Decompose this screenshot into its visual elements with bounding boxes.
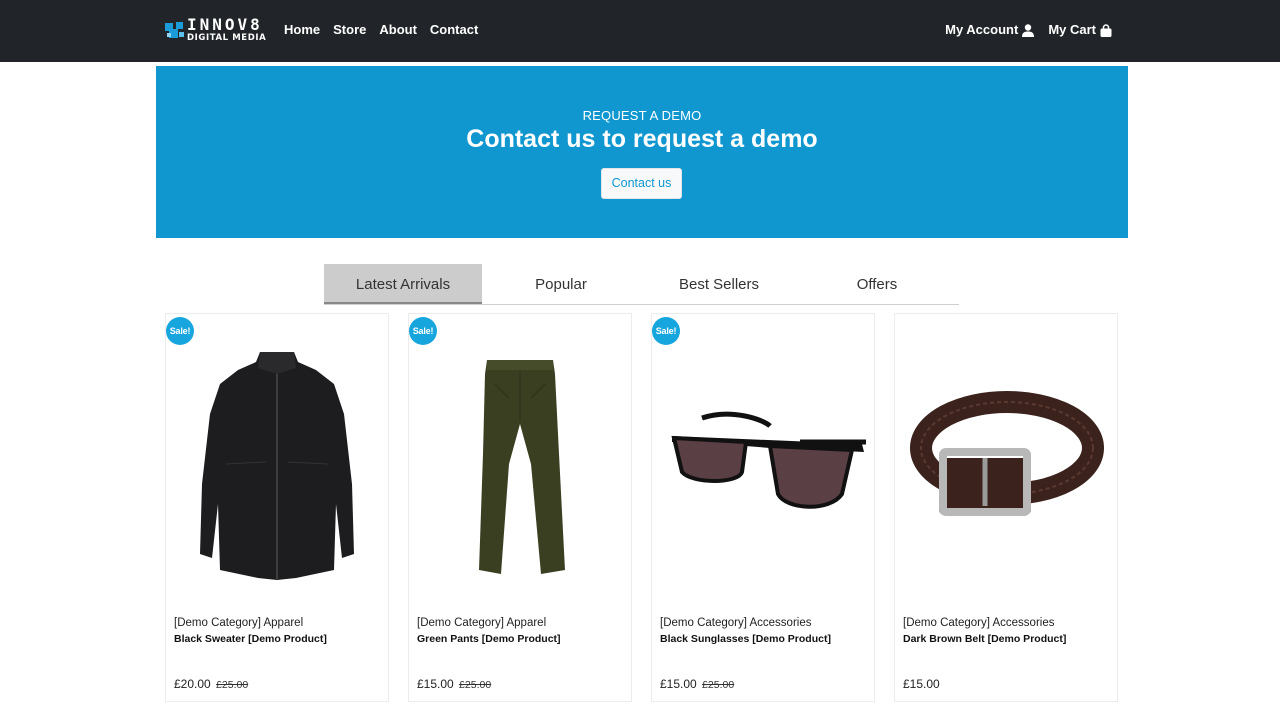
sale-badge: Sale!: [652, 317, 680, 345]
shopping-bag-icon: [1100, 23, 1112, 37]
hero-kicker: REQUEST A DEMO: [582, 108, 702, 123]
green-pants-image[interactable]: [409, 334, 631, 604]
old-price: £25.00: [702, 679, 735, 691]
current-price: £15.00: [903, 677, 940, 691]
product-category[interactable]: [Demo Category] Apparel: [174, 617, 303, 629]
product-price: £15.00 £25.00: [417, 677, 491, 691]
product-name[interactable]: Dark Brown Belt [Demo Product]: [903, 633, 1066, 645]
product-price: £15.00: [903, 677, 940, 691]
product-category[interactable]: [Demo Category] Apparel: [417, 617, 546, 629]
my-account-label: My Account: [945, 22, 1019, 37]
my-cart-link[interactable]: My Cart: [1048, 21, 1112, 39]
black-sunglasses-image[interactable]: [652, 334, 874, 604]
current-price: £15.00: [417, 677, 454, 691]
product-card[interactable]: Sale! [Demo Category] Apparel Black Swea…: [165, 313, 389, 702]
brand-mark-icon: [165, 22, 184, 38]
nav-home[interactable]: Home: [284, 21, 320, 39]
main-nav: Home Store About Contact: [284, 21, 491, 39]
brand-logo[interactable]: INNOV8 DIGITAL MEDIA: [165, 15, 267, 43]
product-price: £15.00 £25.00: [660, 677, 734, 691]
product-price: £20.00 £25.00: [174, 677, 248, 691]
current-price: £20.00: [174, 677, 211, 691]
product-name[interactable]: Black Sunglasses [Demo Product]: [660, 633, 831, 645]
old-price: £25.00: [216, 679, 249, 691]
sale-badge: Sale!: [166, 317, 194, 345]
old-price: £25.00: [459, 679, 492, 691]
brand-name: INNOV8: [187, 15, 263, 34]
my-cart-label: My Cart: [1048, 22, 1096, 37]
nav-about[interactable]: About: [379, 21, 417, 39]
tab-best-sellers[interactable]: Best Sellers: [640, 264, 798, 304]
nav-store[interactable]: Store: [333, 21, 366, 39]
product-card[interactable]: Sale! [Demo Category] Accessories Black …: [651, 313, 875, 702]
current-price: £15.00: [660, 677, 697, 691]
my-account-link[interactable]: My Account: [945, 21, 1035, 39]
nav-contact[interactable]: Contact: [430, 21, 478, 39]
tab-popular[interactable]: Popular: [482, 264, 640, 304]
sale-badge: Sale!: [409, 317, 437, 345]
black-sweater-image[interactable]: [166, 334, 388, 604]
product-name[interactable]: Black Sweater [Demo Product]: [174, 633, 327, 645]
request-demo-banner: REQUEST A DEMO Contact us to request a d…: [156, 66, 1128, 238]
brand-tagline: DIGITAL MEDIA: [187, 33, 267, 43]
product-card[interactable]: [Demo Category] Accessories Dark Brown B…: [894, 313, 1118, 702]
tab-latest-arrivals[interactable]: Latest Arrivals: [324, 264, 482, 304]
top-navbar: INNOV8 DIGITAL MEDIA Home Store About Co…: [0, 0, 1280, 62]
product-name[interactable]: Green Pants [Demo Product]: [417, 633, 561, 645]
account-nav: My Account My Cart: [931, 21, 1112, 39]
contact-us-button[interactable]: Contact us: [601, 168, 682, 199]
brown-belt-image[interactable]: [895, 334, 1117, 604]
hero-title: Contact us to request a demo: [466, 125, 818, 153]
user-icon: [1022, 23, 1035, 37]
product-category[interactable]: [Demo Category] Accessories: [903, 617, 1054, 629]
tab-offers[interactable]: Offers: [798, 264, 956, 304]
product-tabs: Latest Arrivals Popular Best Sellers Off…: [324, 264, 959, 305]
product-card[interactable]: Sale! [Demo Category] Apparel Green Pant…: [408, 313, 632, 702]
product-category[interactable]: [Demo Category] Accessories: [660, 617, 811, 629]
